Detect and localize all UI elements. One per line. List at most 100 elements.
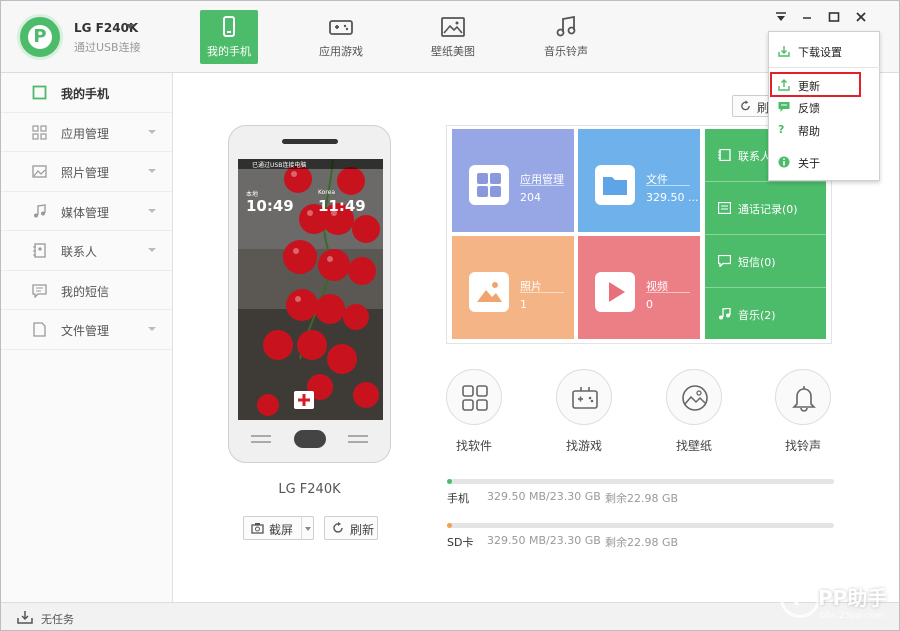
sms-icon bbox=[32, 283, 47, 298]
refresh-label: 刷新 bbox=[350, 523, 375, 537]
sidebar-item-contacts[interactable]: 联系人 bbox=[1, 231, 172, 271]
nav-apps-games[interactable]: 应用游戏 bbox=[312, 10, 370, 64]
sidebar-item-photo-manager[interactable]: 照片管理 bbox=[1, 152, 172, 192]
chevron-down-icon[interactable] bbox=[148, 327, 156, 331]
nav-my-phone[interactable]: 我的手机 bbox=[200, 10, 258, 64]
nav-label: 音乐铃声 bbox=[544, 45, 588, 58]
chevron-down-icon[interactable] bbox=[148, 248, 156, 252]
tile-divider bbox=[646, 292, 690, 293]
sd-storage-bar bbox=[447, 523, 834, 528]
nav-wallpapers[interactable]: 壁纸美图 bbox=[424, 10, 482, 64]
header: P LG F240K 通过USB连接 我的手机 应用游戏 壁纸美图 音乐铃声 bbox=[1, 1, 899, 73]
tile-value: 0 bbox=[646, 298, 653, 311]
clock-time: 11:49 bbox=[318, 197, 366, 215]
tile-video[interactable]: 视频 0 bbox=[578, 236, 700, 339]
storage-free: 剩余22.98 GB bbox=[605, 492, 679, 505]
tile-label: 联系人 bbox=[738, 150, 771, 163]
phone-icon bbox=[223, 16, 235, 37]
tasks-status[interactable]: 无任务 bbox=[41, 611, 74, 627]
menu-dropdown-icon[interactable] bbox=[774, 10, 788, 24]
settings-menu: 下载设置 更新 反馈 ? 帮助 关于 bbox=[768, 31, 881, 181]
menu-item-label: 下载设置 bbox=[798, 46, 842, 59]
split-divider bbox=[301, 517, 302, 539]
sidebar-item-file-manager[interactable]: 文件管理 bbox=[1, 310, 172, 350]
phone-model-label: LG F240K bbox=[278, 482, 341, 497]
music-icon bbox=[556, 16, 576, 37]
finder-label: 找壁纸 bbox=[675, 439, 712, 453]
screenshot-button[interactable]: 截屏 bbox=[243, 516, 314, 540]
chevron-down-icon[interactable] bbox=[305, 527, 311, 531]
finder-label: 找游戏 bbox=[565, 439, 602, 453]
phone-preview: 已通过USB连接电脑 本地 10:49 Korea 11:49 bbox=[228, 125, 391, 463]
menu-item-about[interactable]: 关于 bbox=[769, 151, 881, 173]
sidebar-item-media-manager[interactable]: 媒体管理 bbox=[1, 192, 172, 231]
chevron-down-icon[interactable] bbox=[148, 208, 156, 213]
phone-speaker bbox=[282, 139, 338, 144]
maximize-icon[interactable] bbox=[827, 10, 841, 24]
phone-storage-bar bbox=[447, 479, 834, 484]
sidebar-item-label: 文件管理 bbox=[61, 324, 110, 338]
music-note-icon bbox=[719, 308, 731, 320]
play-icon bbox=[595, 272, 635, 312]
find-games[interactable]: 找游戏 bbox=[541, 369, 627, 454]
watermark-logo: P bbox=[780, 578, 820, 618]
grid-icon bbox=[469, 165, 509, 205]
sidebar-item-label: 我的手机 bbox=[61, 87, 110, 101]
watermark-url: bbs.25pp.com bbox=[820, 611, 884, 621]
nav-label: 壁纸美图 bbox=[431, 45, 475, 58]
menu-key-icon bbox=[251, 435, 271, 443]
sidebar-item-app-manager[interactable]: 应用管理 bbox=[1, 113, 172, 152]
menu-item-label: 关于 bbox=[798, 157, 820, 170]
tile-photos[interactable]: 照片 1 bbox=[452, 236, 574, 339]
sidebar: 我的手机 应用管理 照片管理 媒体管理 联系人 我的短信 文件管理 bbox=[1, 73, 173, 602]
tile-app-manager[interactable]: 应用管理 204 bbox=[452, 129, 574, 232]
tile-files[interactable]: 文件 329.50 ... bbox=[578, 129, 700, 232]
menu-item-label: 反馈 bbox=[798, 102, 820, 115]
close-icon[interactable] bbox=[854, 10, 868, 24]
sidebar-item-label: 应用管理 bbox=[61, 126, 110, 141]
tile-label: 短信(0) bbox=[738, 256, 776, 269]
find-ringtones[interactable]: 找铃声 bbox=[760, 369, 846, 454]
pp-watermark: P PP助手 bbs.25pp.com bbox=[780, 578, 899, 626]
back-key-icon bbox=[348, 435, 368, 443]
tile-sms[interactable]: 短信(0) bbox=[705, 235, 826, 288]
help-icon: ? bbox=[778, 123, 785, 136]
tile-music[interactable]: 音乐(2) bbox=[705, 288, 826, 339]
menu-item-download-settings[interactable]: 下载设置 bbox=[769, 40, 881, 62]
refresh-icon bbox=[741, 100, 750, 111]
phone-screen[interactable]: 已通过USB连接电脑 本地 10:49 Korea 11:49 bbox=[238, 159, 383, 420]
file-icon bbox=[33, 322, 46, 337]
contacts-icon bbox=[33, 243, 46, 258]
download-tray-icon[interactable] bbox=[17, 610, 33, 624]
image-icon bbox=[441, 17, 465, 37]
minimize-icon[interactable] bbox=[800, 10, 814, 24]
chevron-down-icon[interactable] bbox=[148, 169, 156, 173]
sidebar-item-label: 照片管理 bbox=[61, 166, 110, 180]
sidebar-item-label: 媒体管理 bbox=[61, 205, 110, 220]
pp-logo: P bbox=[17, 14, 63, 60]
clock-time: 10:49 bbox=[246, 197, 294, 215]
finder-label: 找铃声 bbox=[784, 439, 821, 453]
sd-storage-fill bbox=[447, 523, 453, 528]
tile-value: 329.50 ... bbox=[646, 191, 699, 204]
nav-label: 应用游戏 bbox=[319, 45, 363, 58]
sidebar-item-my-phone[interactable]: 我的手机 bbox=[1, 73, 172, 113]
find-wallpapers[interactable]: 找壁纸 bbox=[651, 369, 737, 454]
tile-divider bbox=[520, 185, 564, 186]
nav-music[interactable]: 音乐铃声 bbox=[537, 10, 595, 64]
chevron-down-icon[interactable] bbox=[126, 24, 134, 29]
nav-label: 我的手机 bbox=[207, 45, 251, 58]
chevron-down-icon[interactable] bbox=[148, 129, 156, 134]
tile-value: 1 bbox=[520, 298, 527, 311]
phone-storage-fill bbox=[447, 479, 453, 484]
tile-call-log[interactable]: 通话记录(0) bbox=[705, 182, 826, 235]
folder-icon bbox=[595, 165, 635, 205]
menu-item-feedback[interactable]: 反馈 bbox=[769, 96, 881, 118]
sms-icon bbox=[718, 255, 731, 267]
storage-free: 剩余22.98 GB bbox=[605, 536, 679, 549]
find-apps[interactable]: 找软件 bbox=[431, 369, 517, 454]
refresh-phone-button[interactable]: 刷新 bbox=[324, 516, 378, 540]
sidebar-item-sms[interactable]: 我的短信 bbox=[1, 271, 172, 310]
camera-icon bbox=[251, 523, 264, 534]
menu-item-help[interactable]: ? 帮助 bbox=[769, 119, 881, 141]
